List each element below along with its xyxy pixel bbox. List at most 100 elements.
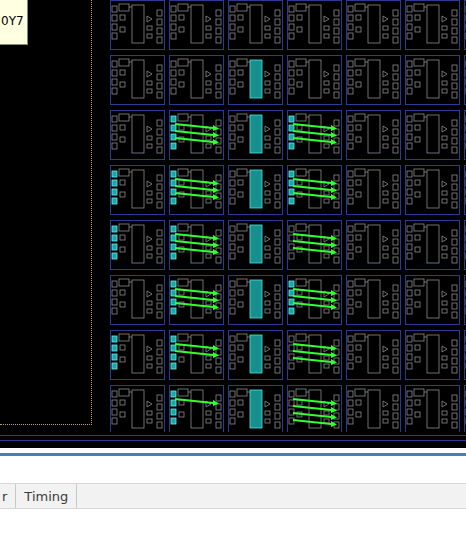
device-tile[interactable] bbox=[287, 55, 342, 105]
net-arrow-icon[interactable] bbox=[175, 248, 219, 255]
net-arrow-icon[interactable] bbox=[175, 186, 219, 193]
net-arrow-icon[interactable] bbox=[293, 351, 337, 358]
device-tile[interactable] bbox=[287, 275, 342, 325]
device-tile[interactable] bbox=[169, 385, 224, 432]
device-tile[interactable] bbox=[464, 55, 466, 105]
device-tile[interactable] bbox=[110, 275, 165, 325]
tab-bar: rTiming bbox=[0, 483, 466, 509]
device-tile[interactable] bbox=[287, 385, 342, 432]
device-tile[interactable] bbox=[169, 220, 224, 270]
net-arrow-icon[interactable] bbox=[175, 124, 219, 131]
net-arrow-icon[interactable] bbox=[175, 344, 219, 351]
device-canvas[interactable]: 0Y7 bbox=[0, 0, 466, 432]
device-tile[interactable] bbox=[287, 220, 342, 270]
device-tile[interactable] bbox=[405, 220, 460, 270]
device-tile[interactable] bbox=[169, 330, 224, 380]
device-tile[interactable] bbox=[405, 330, 460, 380]
device-tile[interactable] bbox=[169, 275, 224, 325]
device-tile[interactable] bbox=[464, 275, 466, 325]
device-tile[interactable] bbox=[464, 0, 466, 50]
device-tile[interactable] bbox=[346, 55, 401, 105]
tile-site-icon bbox=[287, 275, 342, 325]
panel-tab[interactable]: r bbox=[0, 484, 16, 508]
net-arrow-icon[interactable] bbox=[293, 241, 337, 248]
net-arrow-icon[interactable] bbox=[175, 179, 219, 186]
net-arrow-icon[interactable] bbox=[293, 131, 337, 138]
net-arrow-icon[interactable] bbox=[293, 234, 337, 241]
device-tile[interactable] bbox=[287, 165, 342, 215]
device-tile[interactable] bbox=[110, 110, 165, 160]
device-tile[interactable] bbox=[110, 385, 165, 432]
net-arrow-icon[interactable] bbox=[293, 138, 337, 145]
device-tile[interactable] bbox=[110, 220, 165, 270]
net-arrow-icon[interactable] bbox=[293, 420, 337, 427]
device-tile[interactable] bbox=[346, 220, 401, 270]
device-tile[interactable] bbox=[464, 220, 466, 270]
device-tile[interactable] bbox=[110, 55, 165, 105]
net-arrow-icon[interactable] bbox=[293, 406, 337, 413]
device-tile[interactable] bbox=[228, 385, 283, 432]
device-tile[interactable] bbox=[110, 165, 165, 215]
net-arrow-icon[interactable] bbox=[175, 241, 219, 248]
net-arrow-icon[interactable] bbox=[293, 289, 337, 296]
net-arrow-icon[interactable] bbox=[293, 186, 337, 193]
net-arrow-icon[interactable] bbox=[175, 296, 219, 303]
device-tile[interactable] bbox=[228, 330, 283, 380]
device-tile[interactable] bbox=[346, 275, 401, 325]
device-tile[interactable] bbox=[405, 275, 460, 325]
device-tile[interactable] bbox=[346, 330, 401, 380]
tile-site-icon bbox=[169, 110, 224, 160]
tile-site-icon bbox=[110, 220, 165, 270]
device-tile[interactable] bbox=[169, 110, 224, 160]
device-tile[interactable] bbox=[169, 55, 224, 105]
panel-splitter[interactable] bbox=[0, 453, 466, 456]
tile-site-icon bbox=[464, 110, 466, 160]
device-tile[interactable] bbox=[228, 0, 283, 50]
device-tile[interactable] bbox=[464, 110, 466, 160]
device-tile[interactable] bbox=[228, 220, 283, 270]
device-tile[interactable] bbox=[110, 0, 165, 50]
device-tile[interactable] bbox=[405, 0, 460, 50]
net-arrow-icon[interactable] bbox=[293, 303, 337, 310]
device-tile[interactable] bbox=[346, 0, 401, 50]
net-arrow-icon[interactable] bbox=[293, 358, 337, 365]
net-arrow-icon[interactable] bbox=[175, 234, 219, 241]
net-arrow-icon[interactable] bbox=[175, 289, 219, 296]
device-tile[interactable] bbox=[228, 55, 283, 105]
panel-tab[interactable]: Timing bbox=[16, 484, 77, 508]
device-tile[interactable] bbox=[464, 165, 466, 215]
device-tile[interactable] bbox=[228, 275, 283, 325]
device-tile[interactable] bbox=[287, 0, 342, 50]
net-arrow-icon[interactable] bbox=[293, 193, 337, 200]
device-tile[interactable] bbox=[464, 385, 466, 432]
net-arrow-icon[interactable] bbox=[293, 399, 337, 406]
device-tile[interactable] bbox=[346, 110, 401, 160]
device-tile[interactable] bbox=[405, 165, 460, 215]
clock-region-box[interactable] bbox=[0, 0, 92, 425]
device-tile[interactable] bbox=[287, 110, 342, 160]
device-tile[interactable] bbox=[110, 330, 165, 380]
net-arrow-icon[interactable] bbox=[293, 296, 337, 303]
device-tile[interactable] bbox=[169, 165, 224, 215]
net-arrow-icon[interactable] bbox=[175, 303, 219, 310]
net-arrow-icon[interactable] bbox=[293, 124, 337, 131]
device-tile[interactable] bbox=[287, 330, 342, 380]
net-arrow-icon[interactable] bbox=[175, 131, 219, 138]
net-arrow-icon[interactable] bbox=[293, 179, 337, 186]
device-tile[interactable] bbox=[169, 0, 224, 50]
device-tile[interactable] bbox=[464, 330, 466, 380]
device-tile[interactable] bbox=[346, 385, 401, 432]
net-arrow-icon[interactable] bbox=[293, 248, 337, 255]
device-tile[interactable] bbox=[228, 110, 283, 160]
device-tile[interactable] bbox=[346, 165, 401, 215]
device-tile[interactable] bbox=[405, 110, 460, 160]
device-tile[interactable] bbox=[405, 385, 460, 432]
net-arrow-icon[interactable] bbox=[175, 351, 219, 358]
net-arrow-icon[interactable] bbox=[175, 193, 219, 200]
net-arrow-icon[interactable] bbox=[175, 138, 219, 145]
net-arrow-icon[interactable] bbox=[175, 399, 219, 406]
net-arrow-icon[interactable] bbox=[293, 344, 337, 351]
device-tile[interactable] bbox=[405, 55, 460, 105]
device-tile[interactable] bbox=[228, 165, 283, 215]
net-arrow-icon[interactable] bbox=[293, 413, 337, 420]
